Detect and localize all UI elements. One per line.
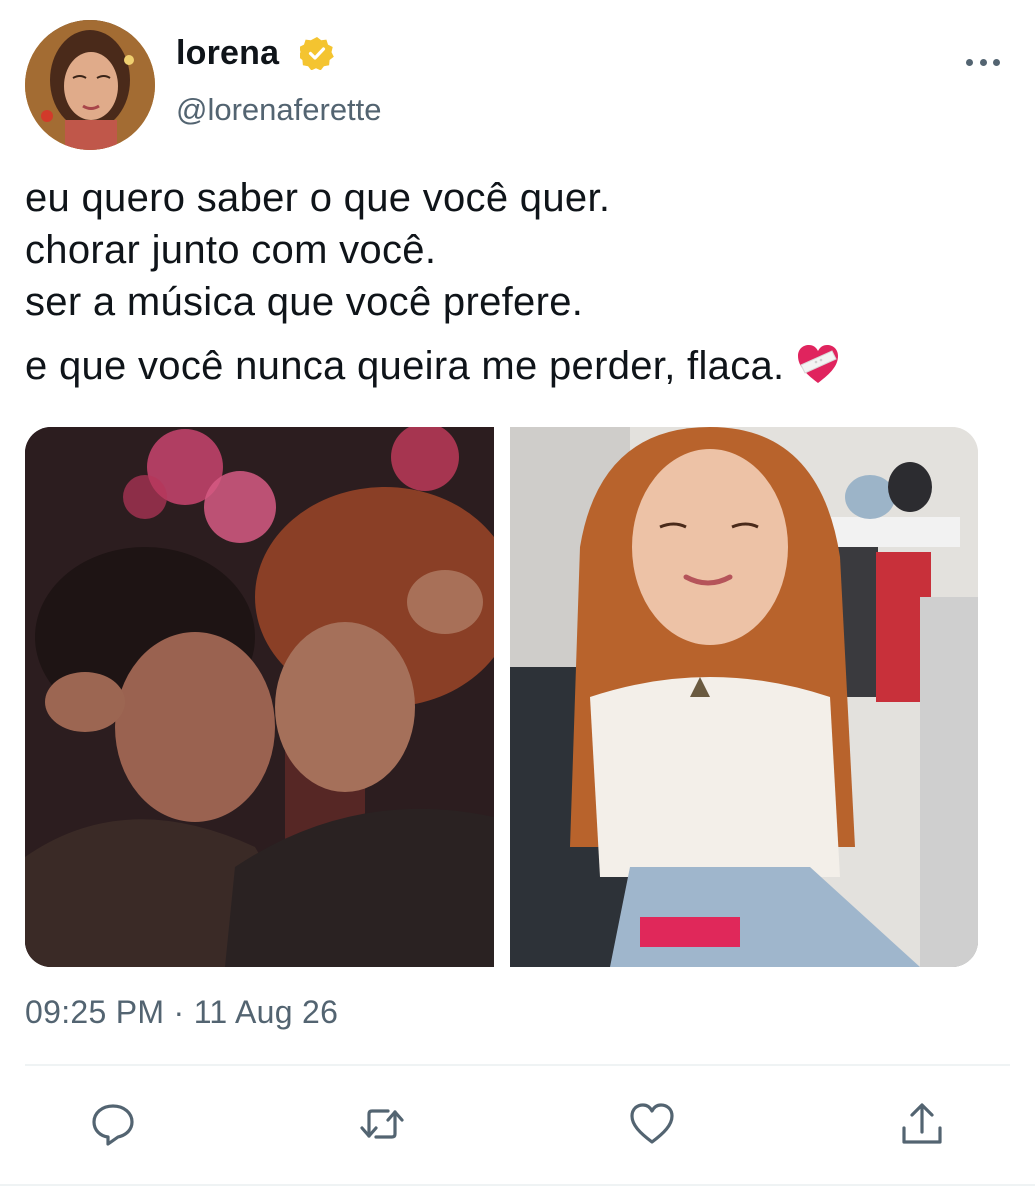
bottom-divider (0, 1184, 1035, 1186)
timestamp[interactable]: 09:25 PM · 11 Aug 26 (25, 994, 338, 1031)
divider (25, 1064, 1010, 1066)
display-name[interactable]: lorena (176, 34, 279, 73)
mending-heart-icon (798, 345, 839, 383)
media-grid (25, 427, 978, 967)
media-photo-embrace[interactable] (25, 427, 494, 967)
tweet-text-line: eu quero saber o que você quer. (25, 176, 611, 220)
retweet-button[interactable] (358, 1100, 406, 1148)
tweet-text-line: chorar junto com você. (25, 228, 437, 272)
like-icon (630, 1103, 674, 1144)
reply-icon (92, 1104, 134, 1146)
verified-badge-icon (300, 37, 334, 70)
share-icon (902, 1103, 942, 1144)
tweet-text: eu quero saber o que você quer. chorar j… (25, 172, 1005, 392)
retweet-icon (360, 1109, 404, 1139)
like-button[interactable] (628, 1100, 676, 1148)
avatar[interactable] (25, 20, 155, 150)
more-options-icon[interactable] (966, 52, 1000, 72)
share-button[interactable] (898, 1100, 946, 1148)
reply-button[interactable] (89, 1100, 137, 1148)
tweet-text-line: ser a música que você prefere. (25, 280, 584, 324)
tweet-text-line: e que você nunca queira me perder, flaca… (25, 344, 785, 388)
tweet-text-line-with-emoji: e que você nunca queira me perder, flaca… (25, 340, 1005, 392)
handle[interactable]: @lorenaferette (176, 92, 382, 128)
media-photo-portrait[interactable] (510, 427, 978, 967)
